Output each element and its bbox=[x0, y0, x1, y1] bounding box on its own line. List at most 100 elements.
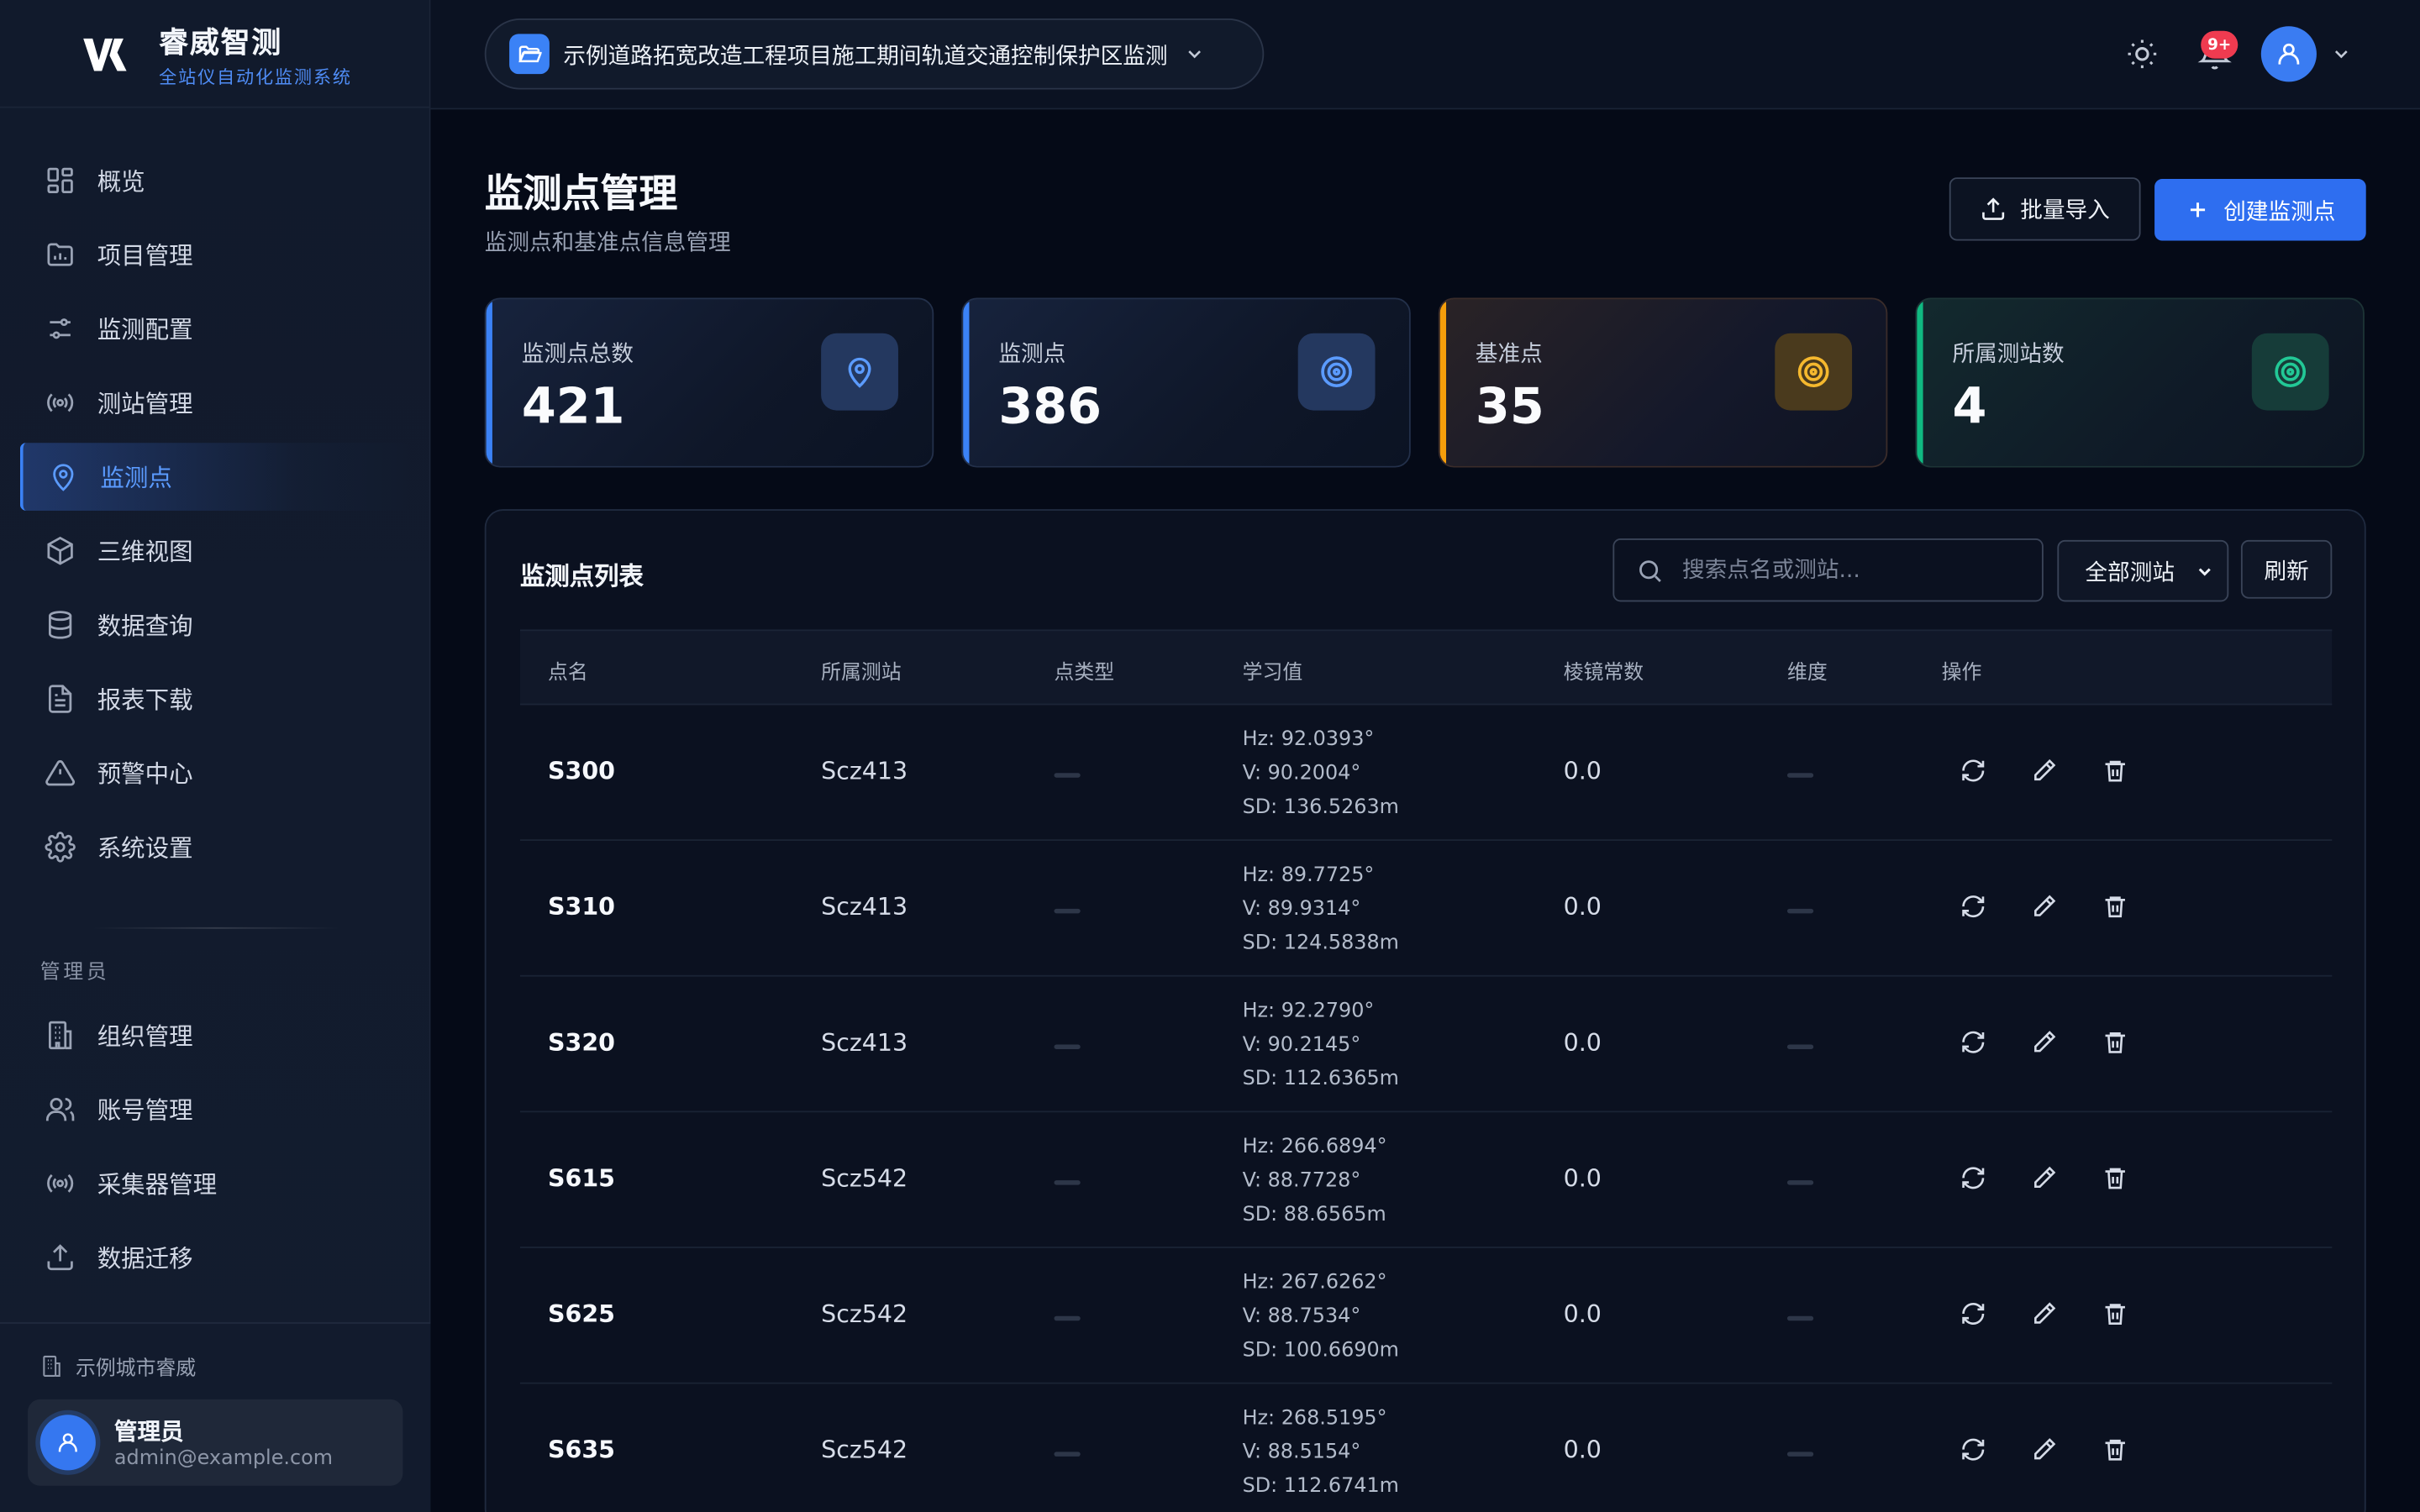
stat-accent bbox=[1917, 299, 1923, 466]
column-header[interactable]: 点名 bbox=[548, 656, 588, 685]
table-row[interactable]: S635 Scz542 Hz: 268.5195° V: 88.5154° SD… bbox=[520, 1384, 2332, 1512]
trash-icon[interactable] bbox=[2102, 758, 2128, 784]
batch-import-label: 批量导入 bbox=[2020, 198, 2110, 224]
main-content: 监测点管理 监测点和基准点信息管理 批量导入 创建监测点 监测点总数 421 监… bbox=[430, 109, 2420, 1512]
sidebar-item-3d-view[interactable]: 三维视图 bbox=[0, 514, 430, 588]
page-title: 监测点管理 bbox=[484, 171, 678, 217]
edit-icon[interactable] bbox=[2031, 1300, 2057, 1326]
sidebar-item-data-migration[interactable]: 数据迁移 bbox=[0, 1221, 430, 1294]
stat-label: 所属测站数 bbox=[1952, 342, 2065, 368]
create-point-button[interactable]: 创建监测点 bbox=[2154, 179, 2366, 241]
batch-import-button[interactable]: 批量导入 bbox=[1949, 177, 2141, 241]
learn-value: Hz: 267.6262° V: 88.7534° SD: 100.6690m bbox=[1243, 1267, 1399, 1368]
sidebar-item-organization[interactable]: 组织管理 bbox=[0, 998, 430, 1072]
table-row[interactable]: S310 Scz413 Hz: 89.7725° V: 89.9314° SD:… bbox=[519, 841, 2333, 977]
target-icon bbox=[2251, 333, 2329, 411]
column-header[interactable]: 点类型 bbox=[1054, 656, 1114, 685]
sidebar-item-label: 数据迁移 bbox=[97, 1245, 193, 1273]
sidebar-item-settings[interactable]: 系统设置 bbox=[0, 810, 430, 884]
upload-icon bbox=[43, 1241, 76, 1274]
refresh-icon[interactable] bbox=[1960, 1436, 1986, 1462]
sidebar-item-stations[interactable]: 测站管理 bbox=[0, 365, 430, 439]
project-selector[interactable]: 示例道路拓宽改造工程项目施工期间轨道交通控制保护区监测 bbox=[484, 18, 1265, 90]
search-box[interactable] bbox=[1612, 538, 2044, 602]
learn-hz: Hz: 266.6894° bbox=[1242, 1135, 1387, 1159]
sidebar-item-data-query[interactable]: 数据查询 bbox=[0, 588, 430, 662]
sidebar-item-label: 监测配置 bbox=[97, 316, 193, 344]
edit-icon[interactable] bbox=[2031, 1029, 2057, 1055]
trash-icon[interactable] bbox=[2102, 893, 2128, 919]
sidebar-item-label: 组织管理 bbox=[97, 1022, 193, 1051]
table-body: S300 Scz413 Hz: 92.0393° V: 90.2004° SD:… bbox=[519, 705, 2333, 1512]
learn-value: Hz: 268.5195° V: 88.5154° SD: 112.6741m bbox=[1243, 1403, 1399, 1504]
chevron-down-icon[interactable] bbox=[2330, 43, 2352, 65]
learn-v: V: 88.7534° bbox=[1242, 1305, 1361, 1329]
trash-icon[interactable] bbox=[2102, 1436, 2128, 1462]
user-card[interactable]: 管理员 admin@example.com bbox=[28, 1399, 403, 1486]
sidebar-item-label: 项目管理 bbox=[97, 242, 193, 270]
refresh-icon[interactable] bbox=[1960, 1165, 1986, 1191]
point-name: S625 bbox=[548, 1300, 615, 1329]
folder-chart-icon bbox=[43, 238, 76, 271]
refresh-button[interactable]: 刷新 bbox=[2240, 539, 2333, 599]
search-input[interactable] bbox=[1682, 557, 2007, 583]
column-header[interactable]: 棱镜常数 bbox=[1564, 656, 1644, 685]
edit-icon[interactable] bbox=[2031, 893, 2057, 919]
admin-section-label: 管理员 bbox=[39, 961, 110, 984]
point-name: S300 bbox=[548, 757, 615, 785]
trash-icon[interactable] bbox=[2102, 1029, 2128, 1055]
stat-value: 386 bbox=[998, 376, 1102, 435]
table-row[interactable]: S625 Scz542 Hz: 267.6262° V: 88.7534° SD… bbox=[519, 1248, 2333, 1384]
trash-icon[interactable] bbox=[2102, 1300, 2128, 1326]
sidebar-item-points[interactable]: 监测点 bbox=[19, 443, 413, 511]
sidebar-item-label: 账号管理 bbox=[97, 1096, 193, 1125]
page-subtitle: 监测点和基准点信息管理 bbox=[484, 231, 731, 256]
edit-icon[interactable] bbox=[2031, 1165, 2057, 1191]
sidebar-item-label: 报表下载 bbox=[97, 686, 193, 715]
column-header[interactable]: 维度 bbox=[1787, 656, 1828, 685]
stat-accent bbox=[1439, 299, 1447, 466]
sidebar-item-projects[interactable]: 项目管理 bbox=[0, 218, 430, 291]
empty-dimension bbox=[1786, 1180, 1814, 1185]
sidebar-item-reports[interactable]: 报表下载 bbox=[0, 662, 430, 736]
sidebar-item-accounts[interactable]: 账号管理 bbox=[0, 1073, 430, 1147]
chevron-down-icon bbox=[2195, 562, 2215, 582]
sun-icon[interactable] bbox=[2125, 37, 2159, 71]
learn-v: V: 88.7728° bbox=[1242, 1169, 1361, 1193]
point-name: S635 bbox=[548, 1436, 615, 1465]
folder-open-icon bbox=[509, 34, 550, 75]
refresh-icon[interactable] bbox=[1960, 893, 1986, 919]
column-header[interactable]: 学习值 bbox=[1243, 656, 1303, 685]
chevron-down-icon bbox=[1183, 43, 1205, 65]
column-header[interactable]: 所属测站 bbox=[821, 656, 902, 685]
edit-icon[interactable] bbox=[2031, 758, 2057, 784]
table-row[interactable]: S320 Scz413 Hz: 92.2790° V: 90.2145° SD:… bbox=[519, 977, 2333, 1113]
refresh-icon[interactable] bbox=[1960, 758, 1986, 784]
empty-dimension bbox=[1786, 1044, 1814, 1049]
edit-icon[interactable] bbox=[2031, 1436, 2057, 1462]
refresh-icon[interactable] bbox=[1960, 1300, 1986, 1326]
prism-constant: 0.0 bbox=[1563, 1436, 1602, 1465]
sidebar-item-collectors[interactable]: 采集器管理 bbox=[0, 1147, 430, 1221]
trash-icon[interactable] bbox=[2102, 1165, 2128, 1191]
refresh-icon[interactable] bbox=[1960, 1029, 1986, 1055]
org-label: 示例城市睿威 bbox=[76, 1357, 197, 1381]
avatar[interactable] bbox=[2260, 26, 2317, 82]
sidebar-item-label: 测站管理 bbox=[97, 390, 193, 418]
project-name: 示例道路拓宽改造工程项目施工期间轨道交通控制保护区监测 bbox=[563, 44, 1168, 69]
sidebar-item-monitor-config[interactable]: 监测配置 bbox=[0, 291, 430, 365]
point-station: Scz542 bbox=[821, 1300, 908, 1329]
learn-sd: SD: 88.6565m bbox=[1242, 1203, 1386, 1227]
prism-constant: 0.0 bbox=[1563, 1300, 1602, 1329]
logo-icon bbox=[83, 38, 127, 71]
sidebar-item-alerts[interactable]: 预警中心 bbox=[0, 736, 430, 810]
table-row[interactable]: S300 Scz413 Hz: 92.0393° V: 90.2004° SD:… bbox=[519, 705, 2333, 842]
brand-subtitle: 全站仪自动化监测系统 bbox=[159, 66, 352, 88]
radio-icon bbox=[43, 386, 76, 419]
station-filter-select[interactable]: 全部测站 bbox=[2057, 539, 2229, 602]
sidebar-item-overview[interactable]: 概览 bbox=[0, 144, 430, 218]
empty-dimension bbox=[1786, 773, 1814, 778]
stat-label: 基准点 bbox=[1475, 342, 1543, 368]
table-row[interactable]: S615 Scz542 Hz: 266.6894° V: 88.7728° SD… bbox=[519, 1112, 2333, 1248]
stat-card-stations: 所属测站数 4 bbox=[1915, 297, 2365, 468]
